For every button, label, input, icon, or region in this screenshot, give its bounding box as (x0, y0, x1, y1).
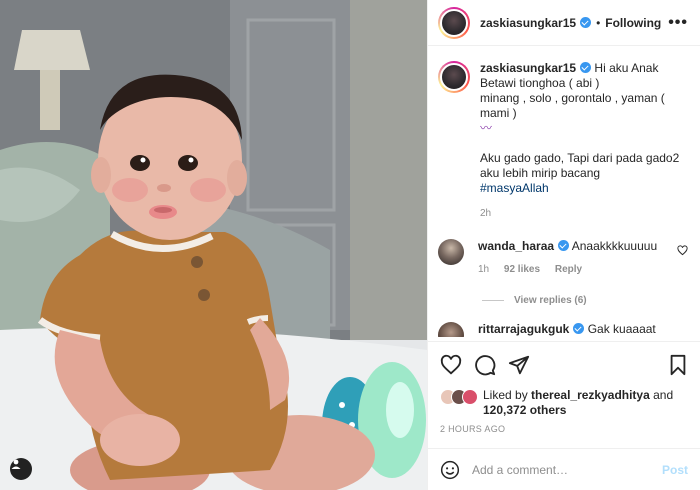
following-button[interactable]: Following (605, 16, 661, 30)
bookmark-icon[interactable] (668, 354, 688, 376)
comment-input[interactable] (472, 462, 654, 477)
commenter-username[interactable]: rittarrajagukguk (478, 322, 569, 336)
caption-avatar[interactable] (438, 61, 470, 93)
post-header: zaskiasungkar15 • Following ••• (428, 0, 700, 46)
likes-count[interactable]: 120,372 others (483, 403, 566, 417)
baby-photo-illustration (0, 0, 427, 490)
comment-likes[interactable]: 92 likes (504, 264, 540, 275)
commenter-avatar[interactable] (438, 239, 464, 265)
comment-icon[interactable] (474, 354, 496, 376)
post-sidebar: zaskiasungkar15 • Following ••• zaskiasu… (427, 0, 700, 490)
author-avatar[interactable] (438, 6, 470, 39)
add-comment-bar: Post (428, 448, 700, 490)
caption-username[interactable]: zaskiasungkar15 (480, 61, 576, 75)
header-separator: • (596, 15, 601, 30)
comment-like-icon[interactable] (677, 245, 688, 259)
user-tag-button[interactable] (10, 458, 32, 480)
verified-badge-icon (573, 323, 585, 334)
likes-summary: Liked by thereal_rezkyadhitya and 120,37… (440, 388, 688, 418)
caption-line-2: minang , solo , gorontalo , yaman ( mami… (480, 91, 665, 120)
caption-line-3: Aku gado gado, Tapi dari pada gado2 aku … (480, 151, 680, 180)
hashtag-link[interactable]: #masyaAllah (480, 181, 549, 195)
post-caption: zaskiasungkar15 Hi aku Anak Betawi tiong… (438, 61, 688, 221)
more-options-icon[interactable]: ••• (668, 14, 688, 32)
post-actions: Liked by thereal_rezkyadhitya and 120,37… (428, 341, 700, 434)
heart-icon[interactable] (440, 354, 462, 376)
caption-time[interactable]: 2h (480, 206, 688, 221)
post-timestamp[interactable]: 2 HOURS AGO (440, 424, 688, 434)
comment-text: Gak kuaaaat (587, 322, 656, 336)
comment-item: rittarrajagukguk Gak kuaaaat (438, 322, 688, 337)
worm-emoji-icon: 〰 (480, 121, 493, 135)
verified-badge-icon (580, 62, 592, 73)
comments-list[interactable]: zaskiasungkar15 Hi aku Anak Betawi tiong… (428, 47, 700, 337)
view-replies-button[interactable]: View replies (6) (482, 295, 688, 306)
emoji-icon[interactable] (440, 460, 460, 480)
liked-by-prefix: Liked by (483, 388, 528, 402)
post-comment-button[interactable]: Post (662, 463, 688, 477)
comment-item: wanda_haraa Anaakkkkuuuuu 1h 92 likes Re… (438, 239, 688, 277)
liker-avatars[interactable] (440, 389, 478, 405)
comment-text: Anaakkkkuuuuu (571, 239, 658, 253)
comment-time[interactable]: 1h (478, 264, 489, 275)
user-tag-icon (11, 459, 21, 469)
share-icon[interactable] (508, 354, 530, 376)
commenter-username[interactable]: wanda_haraa (478, 239, 554, 253)
author-username[interactable]: zaskiasungkar15 (480, 16, 576, 30)
liked-by-user[interactable]: thereal_rezkyadhitya (531, 388, 650, 402)
liked-by-and: and (653, 388, 674, 402)
verified-badge-icon (580, 17, 592, 28)
instagram-post: zaskiasungkar15 • Following ••• zaskiasu… (0, 0, 700, 490)
post-photo[interactable] (0, 0, 427, 490)
verified-badge-icon (558, 240, 570, 251)
reply-button[interactable]: Reply (555, 264, 582, 275)
commenter-avatar[interactable] (438, 322, 464, 337)
